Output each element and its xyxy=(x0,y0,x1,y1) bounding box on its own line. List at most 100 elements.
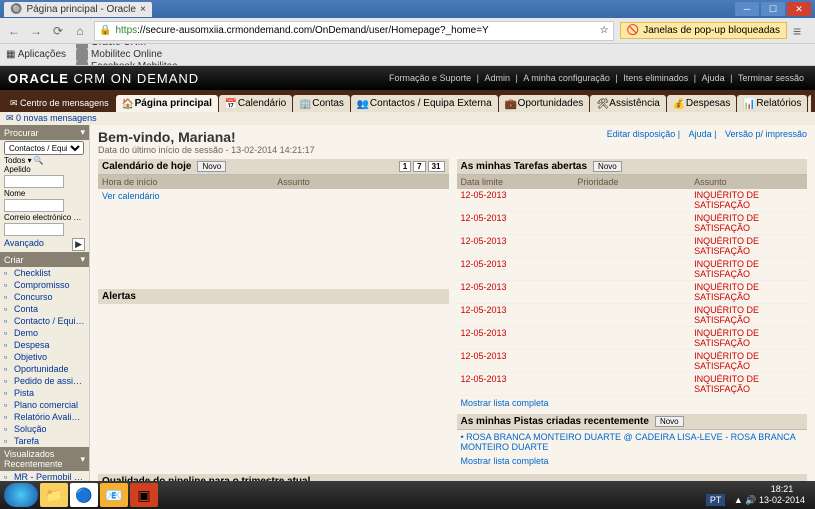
header-link[interactable]: Itens eliminados xyxy=(623,73,688,83)
nav-tab[interactable]: 👥Contactos / Equipa Externa xyxy=(351,95,498,112)
maximize-button[interactable]: ☐ xyxy=(761,2,785,16)
taskbar-chrome-icon[interactable]: 🔵 xyxy=(70,483,98,507)
task-subject-link[interactable]: INQUÉRITO DE SATISFAÇÃO xyxy=(690,327,807,349)
address-bar: ← → ⟳ ⌂ 🔒 https://secure-ausomxiia.crmon… xyxy=(0,18,815,44)
task-subject-link[interactable]: INQUÉRITO DE SATISFAÇÃO xyxy=(690,281,807,303)
search-type-select[interactable]: Contactos / Equipa ▾ xyxy=(4,141,84,155)
nav-tab[interactable]: 🏢Contas xyxy=(293,95,350,112)
create-item[interactable]: ▫Pista xyxy=(0,387,89,399)
lead-link[interactable]: • ROSA BRANCA MONTEIRO DUARTE @ CADEIRA … xyxy=(457,430,808,454)
advanced-search-link[interactable]: Avançado ▶ xyxy=(0,237,89,252)
create-item[interactable]: ▫Compromisso xyxy=(0,279,89,291)
create-item[interactable]: ▫Checklist xyxy=(0,267,89,279)
reload-button[interactable]: ⟳ xyxy=(50,23,66,39)
task-date-link[interactable]: 12-05-2013 xyxy=(457,373,574,395)
nav-tab[interactable]: 💼Oportunidades xyxy=(499,95,590,112)
new-messages-link[interactable]: ✉ 0 novas mensagens xyxy=(0,112,815,125)
task-subject-link[interactable]: INQUÉRITO DE SATISFAÇÃO xyxy=(690,189,807,211)
nav-tab[interactable]: 🛠Assistência xyxy=(590,95,666,112)
task-date-link[interactable]: 12-05-2013 xyxy=(457,327,574,349)
browser-tab[interactable]: 🔘 Página principal - Oracle × xyxy=(4,2,152,17)
create-item[interactable]: ▫Tarefa xyxy=(0,435,89,447)
language-indicator[interactable]: PT xyxy=(706,494,726,506)
task-subject-link[interactable]: INQUÉRITO DE SATISFAÇÃO xyxy=(690,212,807,234)
header-link[interactable]: Ajuda xyxy=(702,73,725,83)
cal-day-button[interactable]: 1 xyxy=(399,161,411,172)
nav-tab[interactable]: 🏠Página principal xyxy=(116,95,218,112)
tab-icon: 👥 xyxy=(357,99,367,109)
sidebar-search-header: Procurar▾ xyxy=(0,125,89,140)
task-date-link[interactable]: 12-05-2013 xyxy=(457,281,574,303)
nav-tab[interactable]: 💰Despesas xyxy=(667,95,736,112)
apps-button[interactable]: ▦ Aplicações xyxy=(6,49,66,60)
task-subject-link[interactable]: INQUÉRITO DE SATISFAÇÃO xyxy=(690,235,807,257)
apelido-input[interactable] xyxy=(4,175,64,188)
collapse-icon[interactable]: ▾ xyxy=(80,454,85,465)
nav-tab[interactable]: 📊Relatórios xyxy=(737,95,807,112)
correio-input[interactable] xyxy=(4,223,64,236)
task-date-link[interactable]: 12-05-2013 xyxy=(457,212,574,234)
task-subject-link[interactable]: INQUÉRITO DE SATISFAÇÃO xyxy=(690,304,807,326)
task-date-link[interactable]: 12-05-2013 xyxy=(457,258,574,280)
task-date-link[interactable]: 12-05-2013 xyxy=(457,350,574,372)
view-calendar-link[interactable]: Ver calendário xyxy=(98,189,449,203)
cal-month-button[interactable]: 31 xyxy=(428,161,445,172)
taskbar-outlook-icon[interactable]: 📧 xyxy=(100,483,128,507)
create-item[interactable]: ▫Conta xyxy=(0,303,89,315)
task-subject-link[interactable]: INQUÉRITO DE SATISFAÇÃO xyxy=(690,350,807,372)
create-item[interactable]: ▫Oportunidade xyxy=(0,363,89,375)
create-item[interactable]: ▫Plano comercial xyxy=(0,399,89,411)
back-button[interactable]: ← xyxy=(6,23,22,39)
show-full-list-link[interactable]: Mostrar lista completa xyxy=(457,396,808,410)
task-date-link[interactable]: 12-05-2013 xyxy=(457,304,574,326)
page-action-link[interactable]: Ajuda xyxy=(689,129,712,139)
url-protocol: https xyxy=(115,25,137,36)
bookmark-item[interactable]: Mobilitec Online xyxy=(76,49,190,61)
popup-blocked-warning[interactable]: 🚫 Janelas de pop-up bloqueadas xyxy=(620,22,787,39)
item-icon: ▫ xyxy=(4,304,12,312)
create-item[interactable]: ▫Contacto / Equipa Externa xyxy=(0,315,89,327)
create-item[interactable]: ▫Objetivo xyxy=(0,351,89,363)
item-icon: ▫ xyxy=(4,364,12,372)
close-button[interactable]: ✕ xyxy=(787,2,811,16)
page-action-link[interactable]: Editar disposição xyxy=(607,129,676,139)
taskbar-powerpoint-icon[interactable]: ▣ xyxy=(130,483,158,507)
header-link[interactable]: Terminar sessão xyxy=(738,73,804,83)
task-subject-link[interactable]: INQUÉRITO DE SATISFAÇÃO xyxy=(690,258,807,280)
collapse-icon[interactable]: ▾ xyxy=(80,254,85,265)
close-tab-icon[interactable]: × xyxy=(140,4,146,15)
collapse-icon[interactable]: ▾ xyxy=(80,127,85,138)
create-item[interactable]: ▫Demo xyxy=(0,327,89,339)
create-item[interactable]: ▫Concurso xyxy=(0,291,89,303)
bookmark-star-icon[interactable]: ☆ xyxy=(600,25,609,36)
create-item[interactable]: ▫Pedido de assistência xyxy=(0,375,89,387)
task-date-link[interactable]: 12-05-2013 xyxy=(457,189,574,211)
minimize-button[interactable]: ─ xyxy=(735,2,759,16)
nav-tab[interactable]: 📋Painel xyxy=(808,95,811,112)
task-date-link[interactable]: 12-05-2013 xyxy=(457,235,574,257)
create-item[interactable]: ▫Relatório Avaliação xyxy=(0,411,89,423)
create-item[interactable]: ▫Solução xyxy=(0,423,89,435)
task-row: 12-05-2013 INQUÉRITO DE SATISFAÇÃO xyxy=(457,235,808,258)
page-action-link[interactable]: Versão p/ impressão xyxy=(725,129,807,139)
url-input[interactable]: 🔒 https://secure-ausomxiia.crmondemand.c… xyxy=(94,21,614,41)
forward-button[interactable]: → xyxy=(28,23,44,39)
message-center[interactable]: ✉ Centro de mensagens xyxy=(4,95,115,112)
header-link[interactable]: Formação e Suporte xyxy=(389,73,471,83)
start-button[interactable] xyxy=(4,483,38,507)
taskbar-explorer-icon[interactable]: 📁 xyxy=(40,483,68,507)
header-link[interactable]: A minha configuração xyxy=(523,73,610,83)
browser-menu-button[interactable]: ≡ xyxy=(793,23,809,39)
cal-week-button[interactable]: 7 xyxy=(413,161,425,172)
nome-input[interactable] xyxy=(4,199,64,212)
show-full-list-link[interactable]: Mostrar lista completa xyxy=(457,454,808,468)
task-subject-link[interactable]: INQUÉRITO DE SATISFAÇÃO xyxy=(690,373,807,395)
new-button[interactable]: Novo xyxy=(197,161,226,172)
home-button[interactable]: ⌂ xyxy=(72,23,88,39)
create-item[interactable]: ▫Despesa xyxy=(0,339,89,351)
header-link[interactable]: Admin xyxy=(484,73,510,83)
new-button[interactable]: Novo xyxy=(593,161,622,172)
nav-tab[interactable]: 📅Calendário xyxy=(219,95,292,112)
item-icon: ▫ xyxy=(4,280,12,288)
new-button[interactable]: Novo xyxy=(655,416,684,427)
